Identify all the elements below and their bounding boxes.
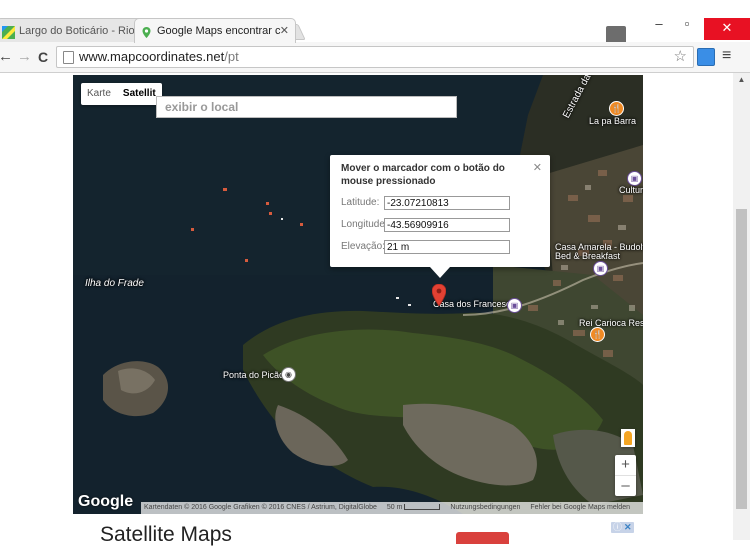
satellite-map[interactable]: Karte Satellit Ilha do Frade Estrada da … [73,75,643,514]
ad-choices-badge[interactable]: ⓘ ✕ [611,522,634,533]
tab-largo-do-boticario[interactable]: Largo do Boticário - Rio d ✕ [0,18,156,43]
page-heading: Satellite Maps [100,523,232,546]
back-button[interactable]: ← [0,47,13,67]
zoom-control: + – [615,455,636,496]
reload-button[interactable]: C [38,47,48,67]
address-bar[interactable]: www.mapcoordinates.net/pt ☆ [56,46,694,68]
close-window-button[interactable]: ✕ [704,18,750,40]
scroll-up-arrow-icon[interactable]: ▲ [733,73,750,87]
infowindow-close-icon[interactable]: ✕ [533,161,542,174]
infowindow-title: Mover o marcador com o botão do mouse pr… [341,163,505,187]
scale-label[interactable]: 50 m [387,504,403,511]
zoom-in-button[interactable]: + [615,455,636,476]
ad-info-icon[interactable]: ⓘ [613,522,622,532]
tab-title: Google Maps encontrar c [157,25,281,37]
scale-bar [404,504,441,511]
hotel-icon[interactable]: ▣ [627,171,642,186]
pin-favicon-icon [140,24,153,38]
label-bed-breakfast[interactable]: Bed & Breakfast [555,251,620,261]
hotel-icon[interactable]: ▣ [593,261,608,276]
page-icon [63,51,74,64]
title-bar: Largo do Boticário - Rio d ✕ Google Maps… [0,0,750,44]
map-type-control: Karte Satellit [81,83,162,105]
menu-icon[interactable]: ≡ [722,47,731,65]
minimize-button[interactable]: – [646,14,672,34]
google-logo: Google [78,493,134,510]
street-view-pegman-icon[interactable] [621,429,635,447]
longitude-field[interactable] [384,218,510,232]
tab-close-icon[interactable]: ✕ [280,19,289,43]
restaurant-icon[interactable]: 🍴 [590,327,605,342]
camera-icon[interactable]: ◉ [281,367,296,382]
elevation-label: Elevação: [341,241,385,252]
maps-favicon-icon [2,24,15,39]
label-cultura[interactable]: Cultura [619,185,643,195]
map-type-satellite-button[interactable]: Satellit [117,83,162,105]
restaurant-icon[interactable]: 🍴 [609,101,624,116]
label-ilha-do-frade: Ilha do Frade [85,278,144,289]
coordinates-infowindow: Mover o marcador com o botão do mouse pr… [330,155,550,278]
zoom-out-button[interactable]: – [615,476,636,496]
maximize-button[interactable]: ▫ [674,14,700,34]
location-marker-icon[interactable] [431,283,447,307]
satellite-imagery [73,75,643,514]
report-error-link[interactable]: Fehler bei Google Maps melden [530,504,630,511]
elevation-field[interactable] [384,240,510,254]
latitude-field[interactable] [384,196,510,210]
map-type-map-button[interactable]: Karte [81,83,117,105]
ad-button[interactable] [456,532,509,544]
browser-toolbar: ← → C www.mapcoordinates.net/pt ☆ ≡ [0,42,750,73]
location-search [156,96,457,118]
extension-icon[interactable] [697,48,715,66]
map-data-credits: Kartendaten © 2016 Google Grafiken © 201… [144,504,377,511]
terms-link[interactable]: Nutzungsbedingungen [450,504,520,511]
scroll-thumb[interactable] [736,209,747,509]
tab-google-maps-encontrar[interactable]: Google Maps encontrar c ✕ [134,18,296,43]
url-text[interactable]: www.mapcoordinates.net/pt [79,49,239,65]
latitude-label: Latitude: [341,197,380,208]
label-la-pa-barra[interactable]: La pa Barra [589,116,636,126]
tab-title: Largo do Boticário - Rio d [19,25,144,37]
page-scrollbar[interactable]: ▲ [733,73,750,540]
ad-close-icon[interactable]: ✕ [624,522,632,532]
longitude-label: Longitude: [341,219,388,230]
label-rei-carioca[interactable]: Rei Carioca Resta [579,318,643,328]
map-attribution-bar: Kartendaten © 2016 Google Grafiken © 201… [141,502,643,514]
forward-button[interactable]: → [17,47,32,67]
label-ponta-do-picao[interactable]: Ponta do Picão [223,370,284,380]
bookmark-star-icon[interactable]: ☆ [674,48,687,65]
hotel-icon[interactable]: ▣ [507,298,522,313]
location-search-input[interactable] [157,97,456,117]
